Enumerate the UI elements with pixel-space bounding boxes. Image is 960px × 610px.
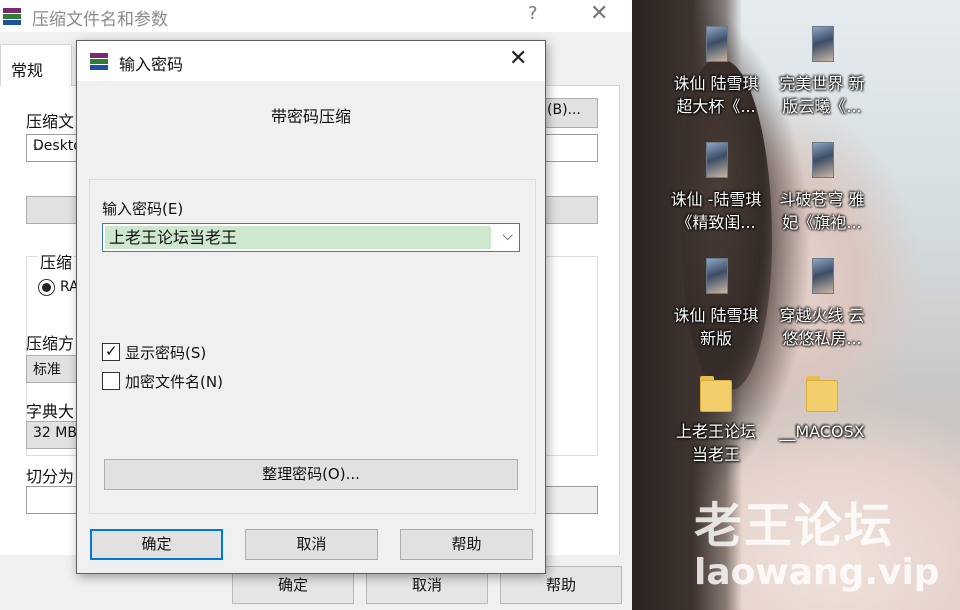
file-icon — [698, 256, 734, 300]
file-icon — [804, 24, 840, 68]
watermark-url: laowang.vip — [694, 552, 940, 593]
desktop-icon-label: 完美世界 新 — [779, 74, 865, 93]
archive-name-label: 压缩文 — [26, 112, 75, 131]
desktop-icon-label: 妃《旗袍... — [782, 213, 862, 232]
desktop-icon-label: 诛仙 陆雪琪 — [673, 74, 759, 93]
organize-passwords-button[interactable]: 整理密码(O)... — [104, 459, 518, 490]
desktop-icon[interactable]: 完美世界 新 版云曦《... — [770, 24, 874, 118]
checkmark-icon: ✓ — [105, 342, 118, 360]
help-icon[interactable]: ? — [528, 3, 538, 24]
password-label: 输入密码(E) — [102, 200, 184, 218]
desktop-icon[interactable]: __MACOSX — [770, 372, 874, 443]
help-button[interactable]: 帮助 — [400, 529, 533, 560]
show-password-label[interactable]: 显示密码(S) — [125, 342, 206, 363]
tab-label: 常规 — [11, 61, 44, 80]
desktop-icon-label: 诛仙 -陆雪琪 — [670, 190, 762, 209]
desktop-icon-label: 穿越火线 云 — [779, 306, 865, 325]
desktop-icon[interactable]: 斗破苍穹 雅 妃《旗袍... — [770, 140, 874, 234]
desktop-icon-label: __MACOSX — [779, 422, 865, 441]
desktop-icon[interactable]: 穿越火线 云 悠悠私房... — [770, 256, 874, 350]
method-label: 压缩方 — [26, 334, 75, 353]
cancel-button[interactable]: 取消 — [245, 529, 378, 560]
desktop-icon-label: 《精致闺... — [676, 213, 756, 232]
file-icon — [804, 140, 840, 184]
browse-button[interactable]: (B)... — [540, 98, 598, 128]
desktop-icon[interactable]: 上老王论坛 当老王 — [664, 372, 768, 466]
desktop-icon-label: 新版 — [699, 329, 732, 348]
method-value: 标准 — [33, 362, 61, 378]
folder-icon — [698, 372, 734, 416]
browse-button-label: (B)... — [547, 102, 581, 118]
encrypt-filenames-label[interactable]: 加密文件名(N) — [125, 371, 223, 392]
split-extra-field[interactable] — [540, 486, 598, 514]
ok-button[interactable]: 确定 — [90, 529, 223, 560]
enter-password-dialog: 输入密码 ✕ 带密码压缩 输入密码(E) 上老王论坛当老王 ⌵ ✓ 显示密码(S… — [76, 40, 546, 574]
encrypt-filenames-checkbox[interactable] — [102, 372, 120, 390]
folder-icon — [804, 372, 840, 416]
desktop-icon-label: 版云曦《... — [782, 97, 862, 116]
desktop-icon[interactable]: 诛仙 -陆雪琪 《精致闺... — [664, 140, 768, 234]
winrar-icon — [3, 8, 21, 25]
dictionary-value: 32 MB — [33, 425, 77, 441]
desktop-icon-label: 当老王 — [691, 445, 740, 464]
split-label: 切分为 — [26, 467, 75, 486]
desktop-icon[interactable]: 诛仙 陆雪琪 超大杯《... — [664, 24, 768, 118]
dialog-heading: 带密码压缩 — [270, 107, 351, 126]
window-title: 压缩文件名和参数 — [32, 10, 168, 30]
password-value[interactable]: 上老王论坛当老王 — [105, 226, 491, 249]
dictionary-label: 字典大 — [26, 402, 75, 421]
desktop-icon-label: 悠悠私房... — [782, 329, 862, 348]
desktop-icon-label: 上老王论坛 — [675, 422, 756, 441]
format-group-label: 压缩 — [38, 249, 75, 273]
watermark-text: 老王论坛 — [694, 498, 895, 554]
show-password-checkbox[interactable]: ✓ — [102, 342, 120, 361]
desktop-icon-label: 斗破苍穹 雅 — [779, 190, 865, 209]
desktop-icon[interactable]: 诛仙 陆雪琪 新版 — [664, 256, 768, 350]
tab-general[interactable]: 常规 — [0, 44, 72, 86]
password-input[interactable]: 上老王论坛当老王 ⌵ — [102, 223, 520, 252]
desktop-icon-label: 诛仙 陆雪琪 — [673, 306, 759, 325]
file-icon — [698, 24, 734, 68]
close-icon[interactable]: ✕ — [590, 1, 608, 26]
close-icon[interactable]: ✕ — [509, 46, 527, 71]
chevron-down-icon[interactable]: ⌵ — [502, 228, 513, 244]
desktop-icon-label: 超大杯《... — [676, 97, 756, 116]
winrar-icon — [90, 53, 108, 70]
rar-radio[interactable] — [38, 279, 55, 296]
title-bar: 压缩文件名和参数 ? ✕ — [0, 0, 632, 32]
file-icon — [698, 140, 734, 184]
dialog-title: 输入密码 — [119, 55, 184, 74]
dialog-title-bar: 输入密码 ✕ — [77, 41, 545, 81]
file-icon — [804, 256, 840, 300]
